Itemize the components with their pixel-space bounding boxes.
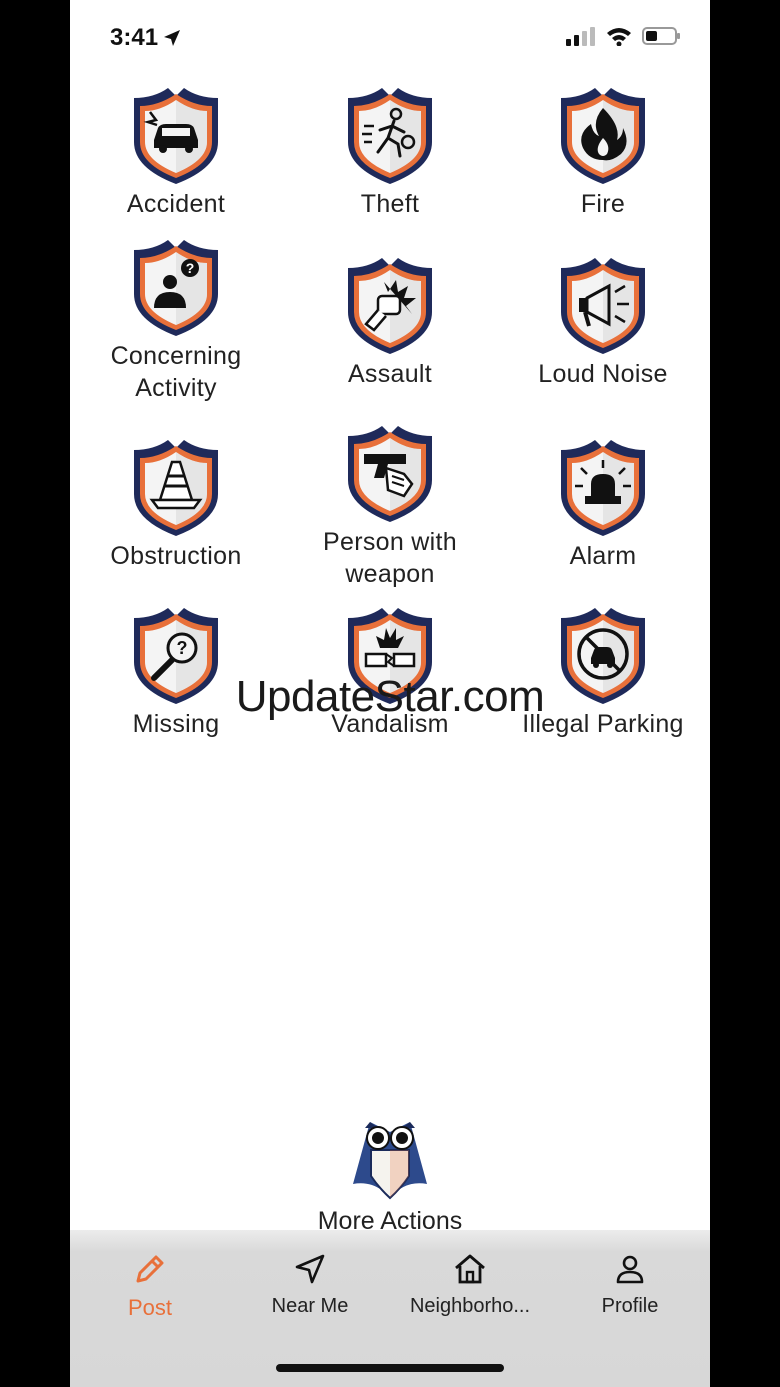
person-question-icon: ?	[134, 240, 218, 336]
tab-near-me[interactable]: Near Me	[230, 1252, 390, 1318]
location-arrow-icon	[164, 30, 181, 46]
status-time: 3:41	[110, 24, 182, 52]
category-alarm[interactable]: Alarm	[503, 438, 703, 572]
app-screen: 3:41 Accident Theft Fire? Concerning Activi…	[70, 0, 710, 1387]
svg-text:?: ?	[186, 260, 195, 276]
category-accident[interactable]: Accident	[76, 86, 276, 220]
category-label: Concerning Activity	[110, 342, 242, 402]
tab-profile[interactable]: Profile	[550, 1252, 710, 1318]
tab-label: Near Me	[271, 1295, 349, 1317]
status-time-text: 3:41	[110, 24, 159, 51]
tab-label: Neighborho...	[409, 1295, 531, 1317]
fist-punch-icon	[348, 258, 432, 354]
owl-logo-icon	[353, 1122, 427, 1200]
home-indicator[interactable]	[276, 1364, 504, 1372]
category-vandalism[interactable]: Vandalism	[290, 606, 490, 740]
pencil-icon	[136, 1255, 164, 1283]
megaphone-icon	[561, 258, 645, 354]
category-label: Theft	[360, 190, 420, 218]
category-label: Fire	[580, 190, 626, 218]
traffic-cone-icon	[134, 440, 218, 536]
category-obstruction[interactable]: Obstruction	[76, 438, 276, 572]
category-label: Assault	[347, 360, 433, 388]
status-icons	[566, 26, 682, 46]
tab-neighborhood[interactable]: Neighborho...	[390, 1252, 550, 1318]
no-parking-car-icon	[561, 608, 645, 704]
category-label: Alarm	[569, 542, 637, 570]
category-fire[interactable]: Fire	[503, 86, 703, 220]
navigation-arrow-icon	[295, 1254, 325, 1284]
category-label: Illegal Parking	[522, 710, 684, 738]
svg-text:?: ?	[177, 638, 188, 658]
broken-brick-icon	[348, 608, 432, 704]
tab-label: Post	[127, 1295, 173, 1320]
category-assault[interactable]: Assault	[290, 256, 490, 390]
home-icon	[455, 1254, 485, 1284]
handgun-icon	[348, 426, 432, 522]
person-icon	[616, 1255, 644, 1284]
cellular-signal-icon	[566, 27, 595, 46]
tab-label: Profile	[601, 1295, 659, 1317]
category-label: Loud Noise	[538, 360, 668, 388]
category-theft[interactable]: Theft	[290, 86, 490, 220]
category-label: Vandalism	[331, 710, 449, 738]
category-person-with-weapon[interactable]: Person with weapon	[290, 424, 490, 590]
car-crash-icon	[134, 88, 218, 184]
category-illegal-parking[interactable]: Illegal Parking	[503, 606, 703, 740]
category-missing[interactable]: ? Missing	[76, 606, 276, 740]
siren-light-icon	[561, 440, 645, 536]
wifi-icon	[607, 28, 631, 46]
tab-post[interactable]: Post	[70, 1252, 230, 1321]
category-label: Obstruction	[110, 542, 242, 570]
battery-icon	[642, 27, 680, 45]
flame-icon	[561, 88, 645, 184]
category-label: Accident	[126, 190, 226, 218]
category-label: Missing	[132, 710, 220, 738]
category-concerning-activity[interactable]: ? Concerning Activity	[76, 238, 276, 404]
thief-running-icon	[348, 88, 432, 184]
category-loud-noise[interactable]: Loud Noise	[503, 256, 703, 390]
magnifier-question-icon: ?	[134, 608, 218, 704]
category-label: Person with weapon	[323, 528, 457, 588]
more-actions-button[interactable]: More Actions	[290, 1114, 490, 1236]
